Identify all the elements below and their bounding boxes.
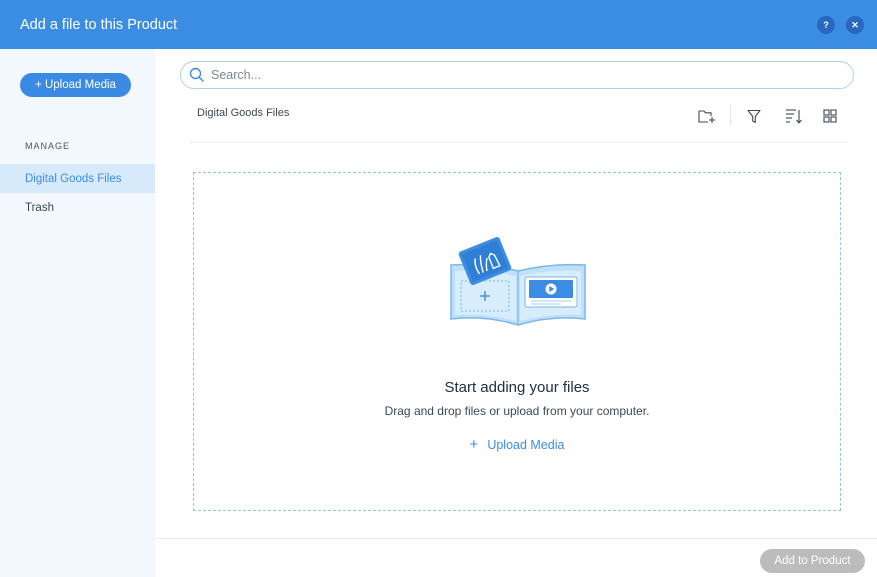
modal-title: Add a file to this Product [20, 16, 178, 33]
file-dropzone[interactable]: Start adding your files Drag and drop fi… [193, 172, 841, 511]
new-folder-icon[interactable] [697, 106, 717, 126]
upload-media-link-label: Upload Media [487, 437, 565, 452]
breadcrumb: Digital Goods Files [197, 107, 290, 119]
help-button[interactable]: ? [817, 16, 835, 34]
search-icon [189, 67, 205, 83]
sidebar-item-label: Trash [25, 201, 54, 214]
add-to-product-button[interactable]: Add to Product [760, 549, 865, 573]
close-button[interactable]: ✕ [846, 16, 864, 34]
search-input[interactable] [211, 68, 831, 82]
sidebar-item-label: Digital Goods Files [25, 172, 122, 185]
upload-media-button[interactable]: + Upload Media [20, 73, 131, 97]
footer-divider [155, 538, 877, 539]
search-box[interactable] [180, 61, 854, 89]
filter-icon[interactable] [744, 106, 764, 126]
sidebar-item-trash[interactable]: Trash [0, 193, 155, 222]
empty-state-illustration [447, 235, 589, 335]
toolbar-divider [730, 106, 731, 125]
upload-media-link[interactable]: + Upload Media [194, 437, 840, 452]
help-icon: ? [823, 20, 829, 30]
modal-header: Add a file to this Product ? ✕ [0, 0, 877, 49]
sidebar: + Upload Media MANAGE Digital Goods File… [0, 49, 155, 577]
grid-view-icon[interactable] [820, 106, 840, 126]
manage-section-label: MANAGE [25, 141, 71, 151]
sidebar-item-digital-goods-files[interactable]: Digital Goods Files [0, 164, 155, 193]
sort-icon[interactable] [783, 106, 803, 126]
close-icon: ✕ [851, 19, 859, 30]
content-divider [189, 142, 848, 143]
empty-state-title: Start adding your files [444, 379, 590, 396]
empty-state-description: Drag and drop files or upload from your … [384, 404, 650, 418]
plus-icon: + [469, 436, 479, 453]
